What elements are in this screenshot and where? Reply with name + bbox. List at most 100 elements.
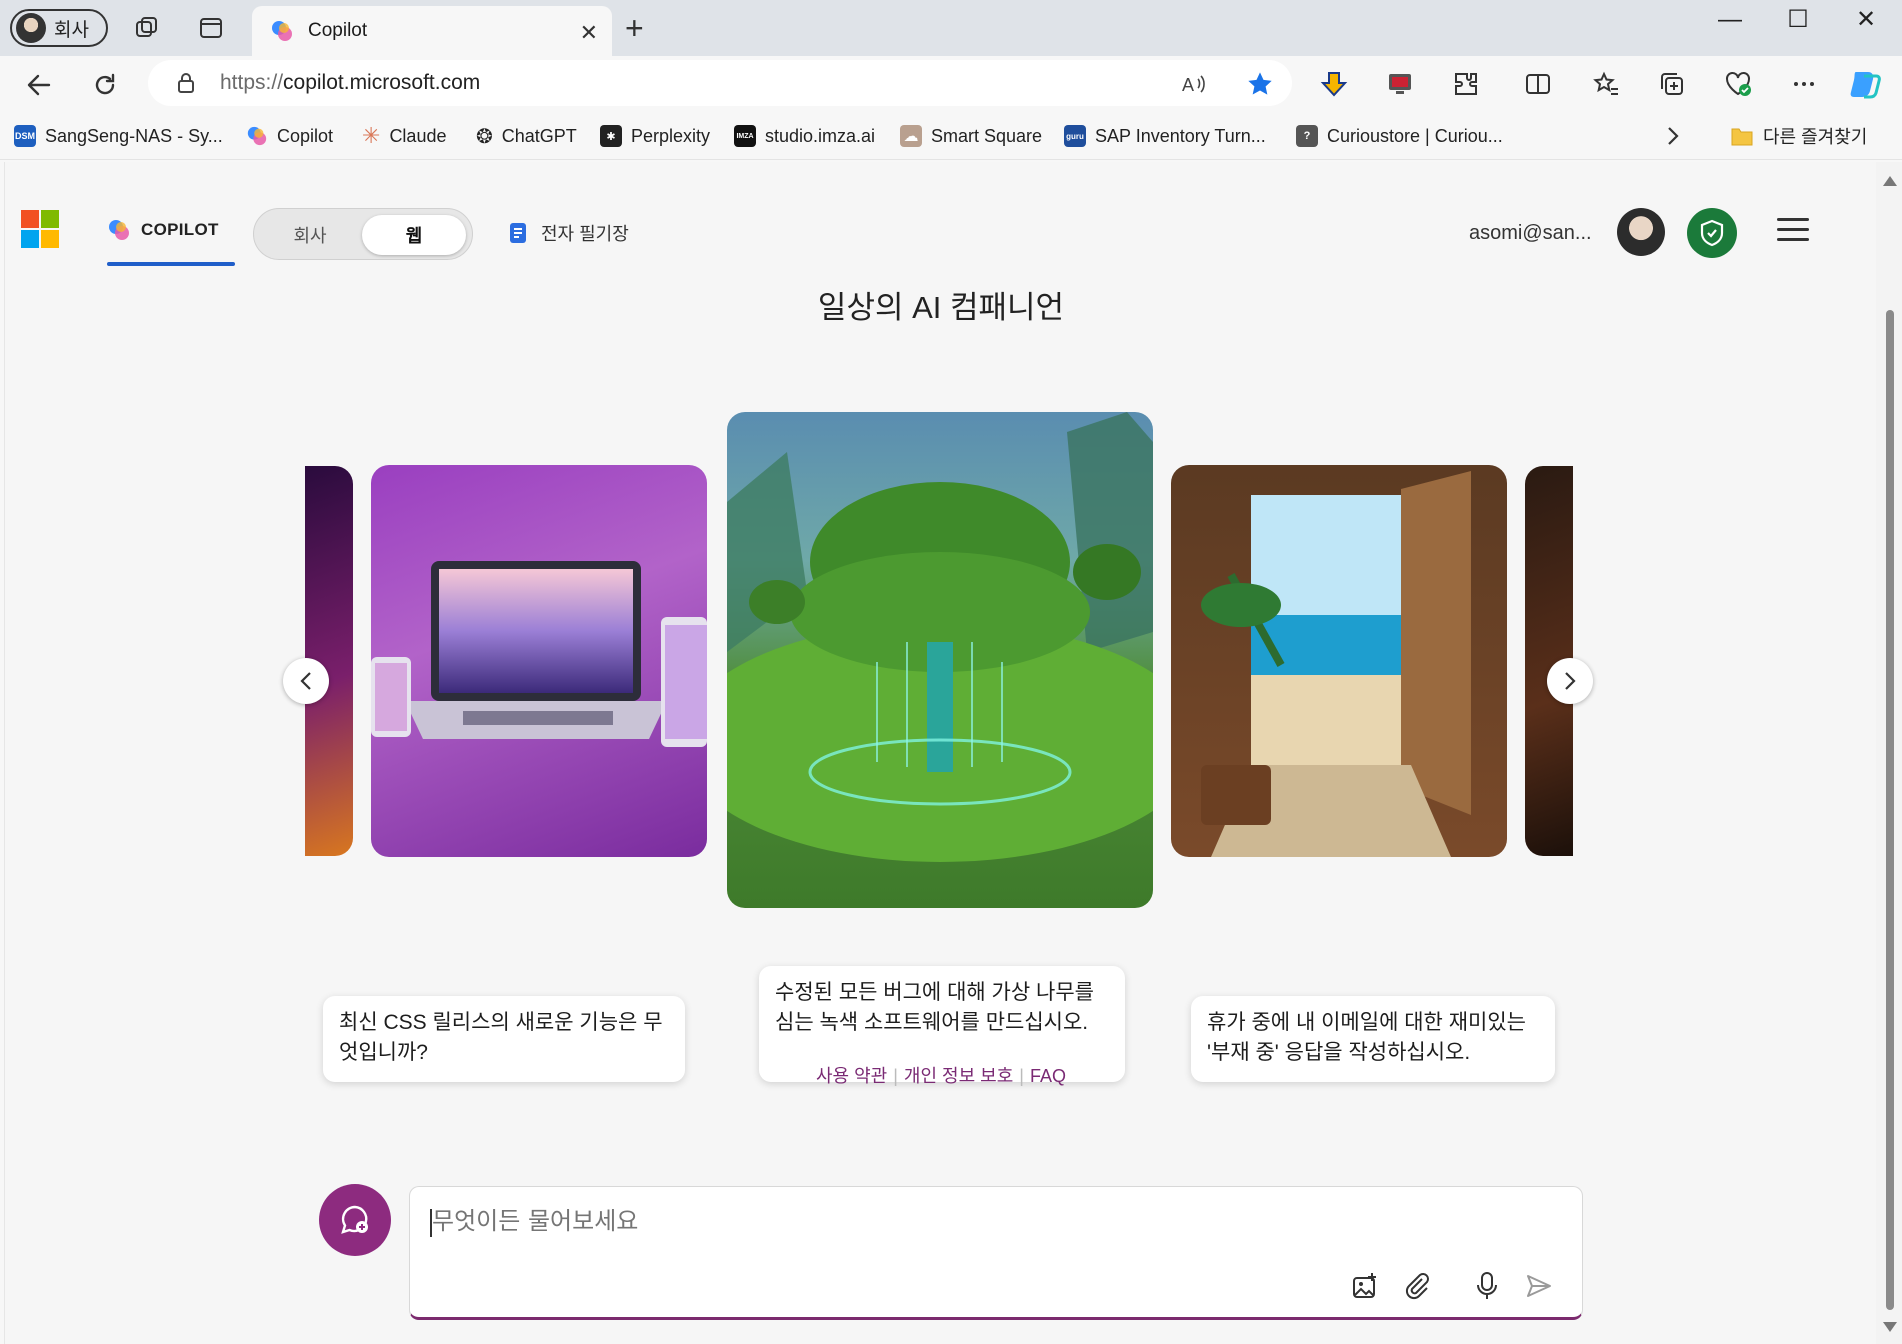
question-icon: ? bbox=[1296, 125, 1318, 147]
split-screen-icon[interactable] bbox=[1520, 66, 1556, 102]
terms-link[interactable]: 사용 약관 bbox=[816, 1066, 887, 1086]
other-favorites[interactable]: 다른 즐겨찾기 bbox=[1730, 122, 1867, 150]
new-tab-button[interactable]: + bbox=[625, 10, 644, 46]
prompt-card-image-beach[interactable] bbox=[1171, 465, 1507, 857]
browser-toolbar: https:// copilot.microsoft.com A bbox=[0, 56, 1902, 112]
privacy-link[interactable]: 개인 정보 보호 bbox=[904, 1066, 1013, 1086]
cloud-icon: ☁ bbox=[900, 125, 922, 147]
refresh-icon bbox=[95, 73, 115, 95]
scroll-down-arrow-icon[interactable] bbox=[1883, 1322, 1897, 1332]
chevron-left-icon bbox=[300, 672, 311, 690]
page-scrollbar[interactable] bbox=[1876, 162, 1902, 1344]
chatgpt-icon: ❂ bbox=[476, 125, 493, 148]
copilot-sidebar-icon[interactable] bbox=[1848, 66, 1884, 102]
scroll-up-arrow-icon[interactable] bbox=[1883, 176, 1897, 186]
chevron-right-icon bbox=[1565, 672, 1576, 690]
prompt-card-image-green[interactable] bbox=[727, 412, 1153, 908]
favorites-overflow-chevron-icon[interactable] bbox=[1666, 122, 1680, 150]
beach-door-image bbox=[1201, 471, 1471, 857]
imza-icon: IMZA bbox=[734, 125, 756, 147]
workspaces-icon[interactable] bbox=[130, 12, 164, 44]
footer-links: 사용 약관 | 개인 정보 보호 | FAQ bbox=[5, 1062, 1877, 1088]
back-arrow-icon bbox=[27, 74, 51, 96]
digital-tree-image bbox=[727, 412, 1153, 862]
new-topic-button[interactable] bbox=[319, 1184, 391, 1256]
favorite-star-icon[interactable] bbox=[1244, 68, 1276, 100]
refresh-button[interactable] bbox=[86, 66, 124, 104]
folder-icon bbox=[1731, 128, 1753, 146]
favorites-bar: DSM SangSeng-NAS - Sy... Copilot ✳ Claud… bbox=[0, 112, 1902, 160]
claude-icon: ✳ bbox=[362, 123, 381, 148]
favorite-item[interactable]: DSM SangSeng-NAS - Sy... bbox=[14, 122, 223, 150]
close-window-button[interactable]: ✕ bbox=[1836, 4, 1896, 36]
notebook-icon bbox=[510, 223, 526, 243]
read-aloud-icon[interactable]: A bbox=[1178, 68, 1210, 100]
profile-label: 회사 bbox=[54, 19, 89, 41]
url-host: copilot.microsoft.com bbox=[283, 71, 481, 94]
copilot-tab-icon bbox=[272, 21, 292, 41]
lock-icon[interactable] bbox=[176, 72, 196, 100]
copilot-icon bbox=[109, 220, 129, 240]
carousel-next-button[interactable] bbox=[1547, 658, 1593, 704]
microphone-icon[interactable] bbox=[1470, 1269, 1504, 1303]
browser-essentials-icon[interactable] bbox=[1720, 66, 1756, 102]
carousel-prev-button[interactable] bbox=[283, 658, 329, 704]
close-tab-icon[interactable]: ✕ bbox=[580, 20, 598, 46]
collections-icon[interactable] bbox=[1654, 66, 1690, 102]
profile-button[interactable]: 회사 bbox=[10, 9, 108, 47]
favorite-item[interactable]: ❂ ChatGPT bbox=[476, 122, 577, 150]
back-button[interactable] bbox=[20, 66, 58, 104]
laptop-devices-image bbox=[371, 561, 707, 747]
copilot-page: COPILOT 회사 웹 전자 필기장 asomi@san... 일상의 AI … bbox=[4, 162, 1876, 1344]
divider: | bbox=[893, 1066, 898, 1086]
chat-input[interactable] bbox=[432, 1207, 1332, 1235]
divider: | bbox=[1019, 1066, 1024, 1086]
profile-avatar bbox=[16, 13, 46, 43]
svg-text:A: A bbox=[1182, 75, 1194, 95]
downloader-extension-icon[interactable] bbox=[1316, 66, 1352, 102]
minimize-button[interactable]: — bbox=[1700, 4, 1760, 36]
copilot-icon bbox=[247, 126, 267, 146]
tab-bar: 회사 Copilot ✕ + — ☐ ✕ bbox=[0, 0, 1902, 56]
page-headline: 일상의 AI 컴패니언 bbox=[817, 290, 1065, 325]
active-tab-indicator bbox=[107, 262, 235, 266]
maximize-button[interactable]: ☐ bbox=[1768, 4, 1828, 36]
hamburger-menu-icon[interactable] bbox=[1777, 218, 1809, 244]
favorite-item[interactable]: Copilot bbox=[246, 122, 333, 150]
favorite-item[interactable]: IMZA studio.imza.ai bbox=[734, 122, 875, 150]
screen-extension-icon[interactable] bbox=[1382, 66, 1418, 102]
notebook-link[interactable]: 전자 필기장 bbox=[507, 220, 629, 246]
protected-shield-icon[interactable] bbox=[1687, 208, 1737, 258]
faq-link[interactable]: FAQ bbox=[1030, 1066, 1066, 1086]
extensions-icon[interactable] bbox=[1448, 66, 1484, 102]
mode-option-work[interactable]: 회사 bbox=[258, 215, 362, 255]
perplexity-icon: ✱ bbox=[600, 125, 622, 147]
favorites-icon[interactable] bbox=[1588, 66, 1624, 102]
favorite-item[interactable]: guru SAP Inventory Turn... bbox=[1064, 122, 1266, 150]
favorite-item[interactable]: ☁ Smart Square bbox=[900, 122, 1042, 150]
user-email[interactable]: asomi@san... bbox=[1469, 222, 1592, 245]
tab-title: Copilot bbox=[308, 20, 368, 41]
vertical-tabs-icon[interactable] bbox=[194, 12, 228, 44]
copilot-tab-label: COPILOT bbox=[141, 220, 219, 239]
image-upload-icon[interactable] bbox=[1348, 1269, 1382, 1303]
mode-toggle[interactable]: 회사 웹 bbox=[253, 208, 473, 260]
favorite-item[interactable]: ✱ Perplexity bbox=[600, 122, 710, 150]
send-icon[interactable] bbox=[1522, 1269, 1556, 1303]
more-options-icon[interactable] bbox=[1786, 66, 1822, 102]
chat-composer bbox=[409, 1186, 1583, 1320]
favorite-item[interactable]: ✳ Claude bbox=[362, 122, 446, 150]
url-protocol: https:// bbox=[220, 71, 284, 94]
user-avatar[interactable] bbox=[1617, 208, 1665, 256]
address-bar[interactable]: https:// copilot.microsoft.com A bbox=[148, 60, 1292, 106]
attachment-icon[interactable] bbox=[1400, 1269, 1434, 1303]
copilot-nav-tab[interactable]: COPILOT bbox=[107, 218, 219, 242]
mode-option-web[interactable]: 웹 bbox=[362, 215, 466, 255]
favorite-item[interactable]: ? Curioustore | Curiou... bbox=[1296, 122, 1503, 150]
scroll-thumb[interactable] bbox=[1886, 310, 1894, 1310]
microsoft-logo[interactable] bbox=[21, 210, 59, 248]
new-chat-icon bbox=[341, 1205, 368, 1234]
dsm-icon: DSM bbox=[14, 125, 36, 147]
tab-copilot[interactable]: Copilot ✕ bbox=[252, 6, 612, 56]
prompt-card-image-css[interactable] bbox=[371, 465, 707, 857]
